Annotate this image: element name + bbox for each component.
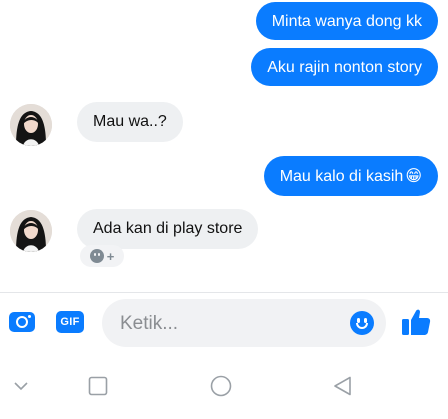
thumbs-up-icon[interactable] — [401, 307, 431, 337]
message-input[interactable] — [118, 299, 342, 349]
grinning-emoji: 😁 — [405, 166, 422, 185]
gif-label: GIF — [60, 316, 80, 328]
add-reaction-button[interactable]: + — [80, 245, 124, 267]
avatar-photo — [10, 104, 52, 146]
contact-avatar[interactable] — [10, 210, 52, 252]
message-text: Minta wanya dong kk — [271, 13, 422, 30]
message-bubble-outgoing[interactable]: Aku rajin nonton story — [251, 48, 438, 86]
message-composer: GIF — [0, 293, 448, 353]
message-text: Mau wa..? — [93, 113, 167, 130]
camera-icon[interactable] — [9, 312, 35, 332]
message-bubble-incoming[interactable]: Mau wa..? — [77, 102, 183, 142]
message-thread: Minta wanya dong kk Aku rajin nonton sto… — [0, 0, 448, 292]
home-circle-icon[interactable] — [210, 375, 232, 397]
recents-square-icon[interactable] — [87, 375, 109, 397]
reaction-plus: + — [106, 248, 115, 264]
contact-avatar[interactable] — [10, 104, 52, 146]
back-triangle-icon[interactable] — [332, 375, 354, 397]
message-text: Ada kan di play store — [93, 220, 243, 237]
message-input-wrapper — [102, 299, 386, 349]
reaction-face-icon — [89, 249, 104, 263]
message-text: Mau kalo di kasih — [279, 168, 404, 185]
back-chevron-icon[interactable] — [10, 375, 32, 397]
emoji-icon[interactable] — [350, 311, 374, 335]
message-bubble-outgoing[interactable]: Mau kalo di kasih 😁 — [263, 156, 438, 196]
gif-button[interactable]: GIF — [56, 311, 84, 333]
system-navigation-bar — [0, 353, 448, 419]
avatar-photo — [10, 210, 52, 252]
message-bubble-incoming[interactable]: Ada kan di play store — [77, 209, 259, 249]
message-bubble-outgoing[interactable]: Minta wanya dong kk — [255, 2, 438, 40]
message-text: Aku rajin nonton story — [267, 59, 422, 76]
